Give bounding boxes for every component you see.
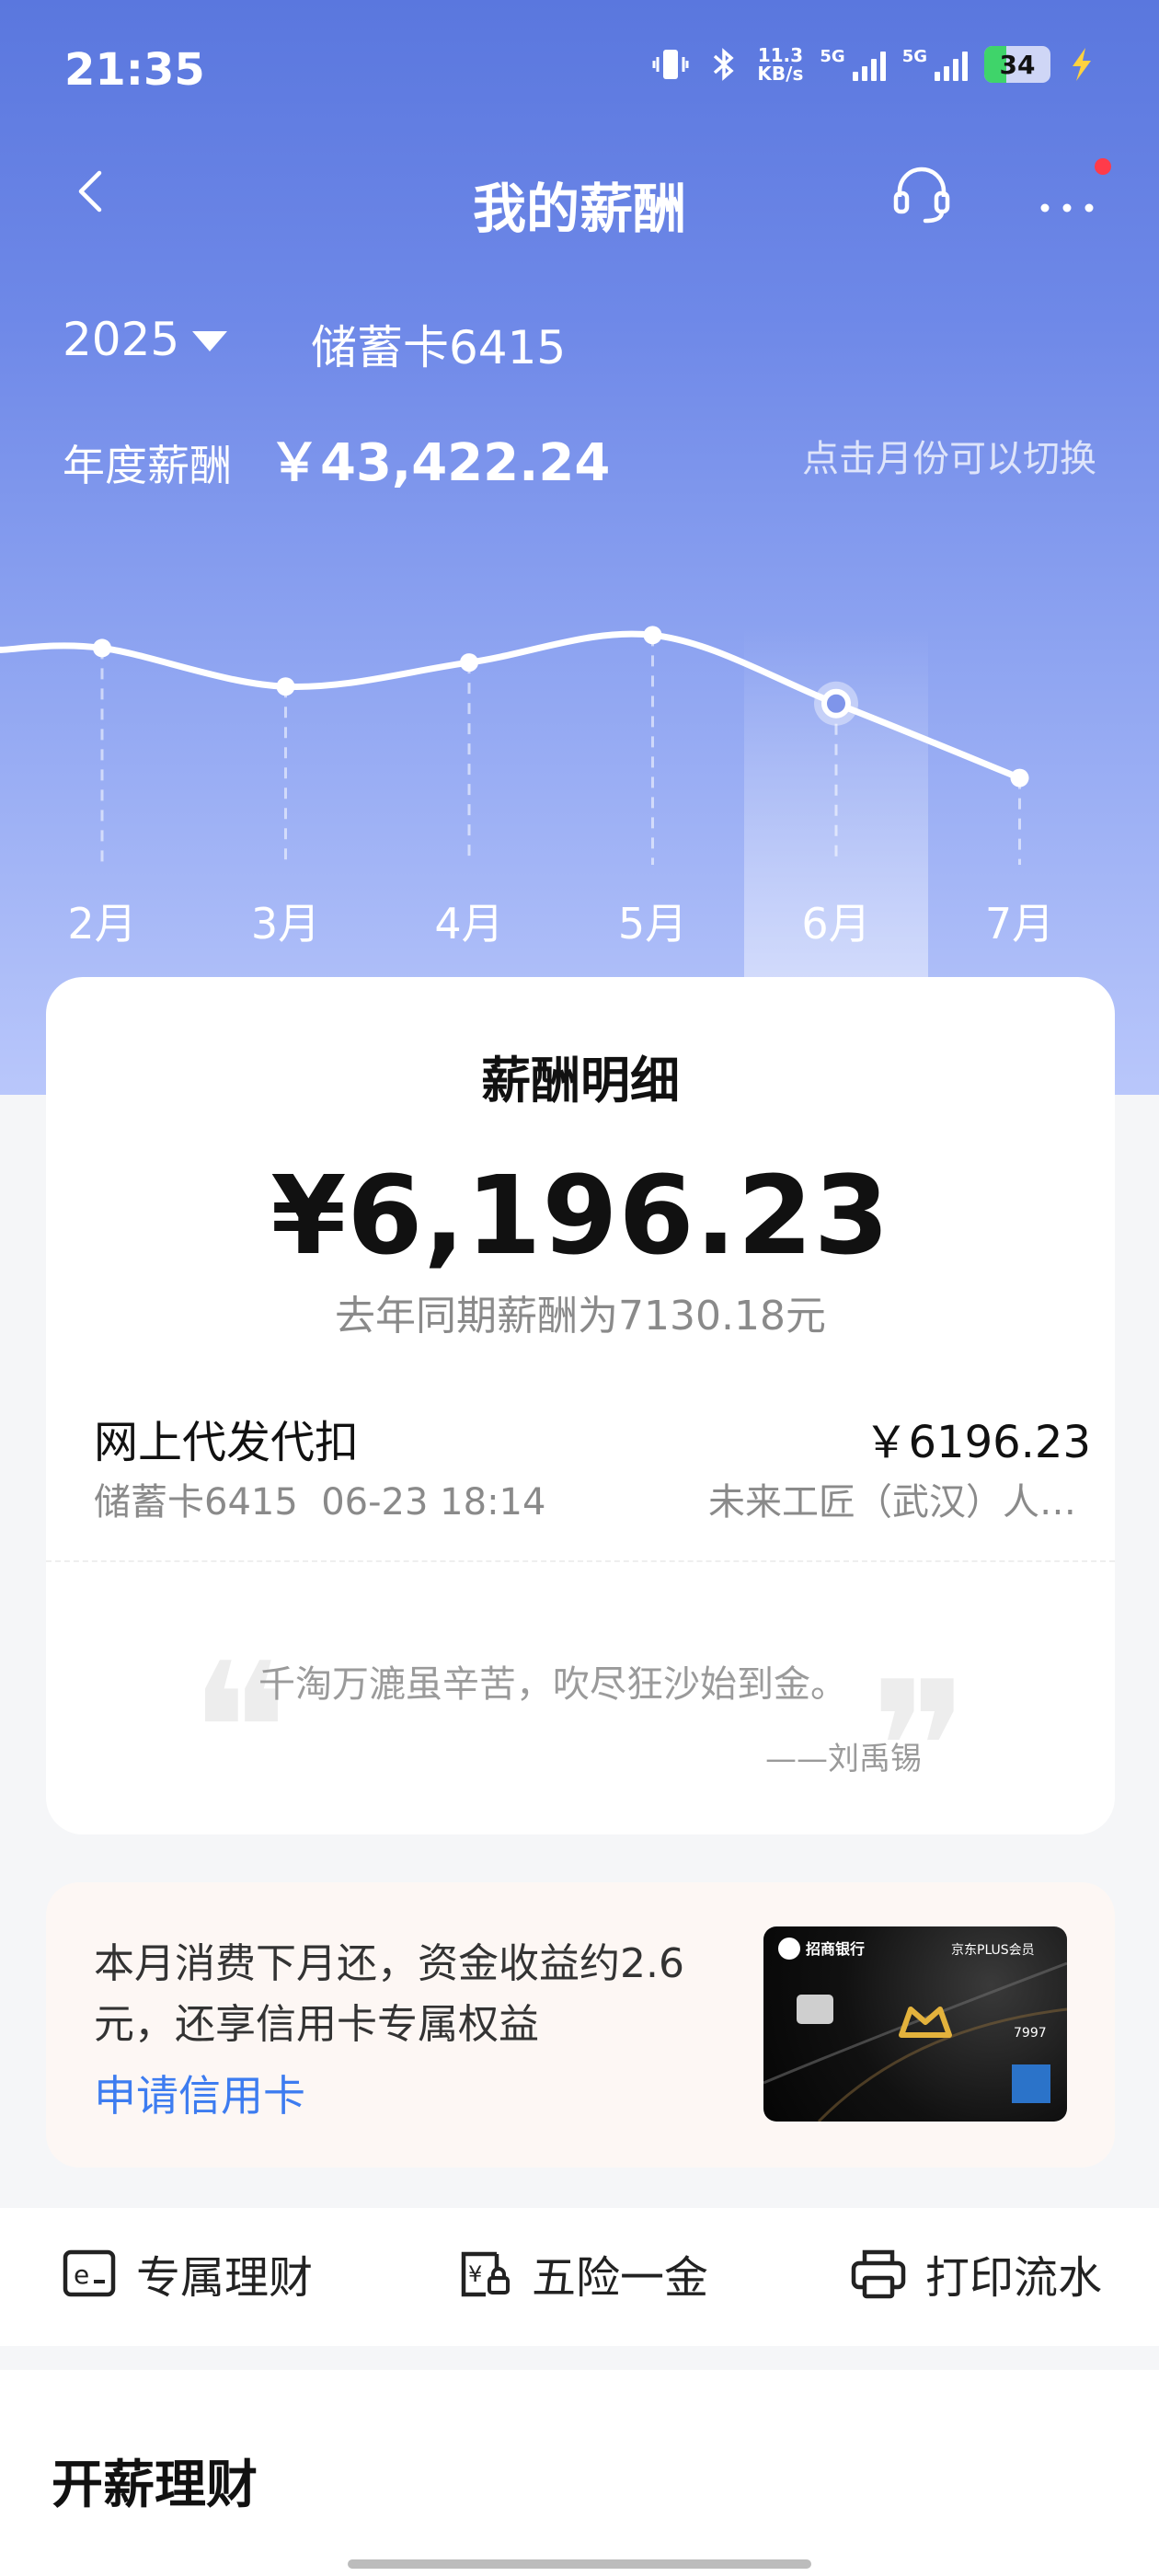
salary-detail-card: 薪酬明细 ¥6,196.23 去年同期薪酬为7130.18元 网上代发代扣 ￥6… [46,977,1115,1842]
action-exclusive-finance[interactable]: e 专属理财 [61,2241,313,2306]
salary-finance-section: 开薪理财 [0,2370,1159,2576]
annual-salary-amount: ￥43,422.24 [269,433,611,493]
data-point [276,677,295,696]
svg-text:e: e [74,2260,89,2290]
card-plus-label: 京东PLUS会员 [951,1943,1035,1958]
annual-salary: 年度薪酬 ￥43,422.24 [63,421,610,496]
signal-icon [852,48,886,81]
page-title: 我的薪酬 [472,178,686,240]
dropdown-triangle-icon [192,331,228,351]
net-speed: 11.3 KB/s [757,44,804,85]
charging-bolt-icon [1073,48,1091,81]
selected-data-point [821,688,851,719]
year-selector[interactable]: 2025 [63,313,228,366]
data-point [643,626,662,645]
month-tick-label[interactable]: 6月 [801,899,870,949]
month-tick-label[interactable]: 2月 [67,899,136,949]
sim1-network-label: 5G [820,46,845,66]
data-point [460,653,478,673]
bluetooth-icon [714,48,735,81]
quick-actions: e 专属理财 ¥ 五险一金 打印流水 [0,2208,1159,2346]
status-bar: 21:35 11.3 KB/s 5G 5G 34 [0,0,1159,138]
insurance-fund-icon: ¥ [461,2251,510,2297]
action-label: 打印流水 [925,2252,1103,2304]
e-finance-icon: e [63,2249,116,2297]
status-time: 21:35 [64,44,205,96]
annual-salary-label: 年度薪酬 [63,441,232,490]
nav-bar: 我的薪酬 [0,147,1159,240]
switch-month-hint: 点击月份可以切换 [802,438,1096,480]
status-icons: 11.3 KB/s 5G 5G 34 [650,44,1095,85]
credit-card-promo[interactable]: 本月消费下月还，资金收益约2.6元，还享信用卡专属权益 申请信用卡 招商银行 京… [46,1882,1115,2168]
credit-card-image: 招商银行 京东PLUS会员 7997 [763,1926,1067,2122]
record-name: 网上代发代扣 [94,1417,360,1468]
svg-text:¥: ¥ [468,2261,482,2287]
data-point [93,638,111,658]
section-title: 开薪理财 [52,2455,258,2515]
card-selector[interactable]: 储蓄卡6415 [311,311,566,377]
year-value: 2025 [63,313,180,366]
more-options-icon[interactable] [1030,160,1104,226]
notification-dot [1095,158,1111,175]
promo-text: 本月消费下月还，资金收益约2.6元，还享信用卡专属权益 [94,1940,684,2048]
signal-icon [935,48,968,81]
month-tick-label[interactable]: 7月 [985,899,1054,949]
action-label: 五险一金 [532,2252,709,2304]
printer-icon [851,2249,906,2299]
home-indicator[interactable] [348,2559,811,2569]
customer-service-icon[interactable] [889,160,955,226]
last-year-comparison: 去年同期薪酬为7130.18元 [335,1293,826,1340]
record-company: 未来工匠（武汉）人… [708,1481,1076,1524]
card-number: 7997 [1014,2026,1047,2041]
apply-credit-card-link[interactable]: 申请信用卡 [94,2063,305,2123]
monthly-salary-chart[interactable]: 2月 3月 4月 5月 6月 7月 [0,515,1159,984]
vibrate-icon [652,50,689,79]
quote-text: 千淘万漉虽辛苦，吹尽狂沙始到金。 [258,1663,847,1706]
data-point [1010,768,1029,788]
action-print-statement[interactable]: 打印流水 [850,2241,1102,2306]
month-tick-label[interactable]: 4月 [434,899,503,949]
sim2-network-label: 5G [901,46,927,66]
detail-title: 薪酬明细 [481,1052,680,1110]
record-amount: ￥6196.23 [864,1417,1092,1468]
month-tick-label[interactable]: 3月 [251,899,320,949]
record-card-time: 储蓄卡6415 06-23 18:14 [94,1481,546,1524]
action-insurance-fund[interactable]: ¥ 五险一金 [456,2241,708,2306]
divider [46,1560,1115,1562]
card-bank-name: 招商银行 [806,1940,865,1958]
month-tick-label[interactable]: 5月 [618,899,687,949]
month-salary-amount: ¥6,196.23 [270,1152,890,1279]
quote-author: ——刘禹锡 [765,1741,922,1777]
battery-icon: 34 [984,46,1050,83]
action-label: 专属理财 [136,2252,314,2304]
